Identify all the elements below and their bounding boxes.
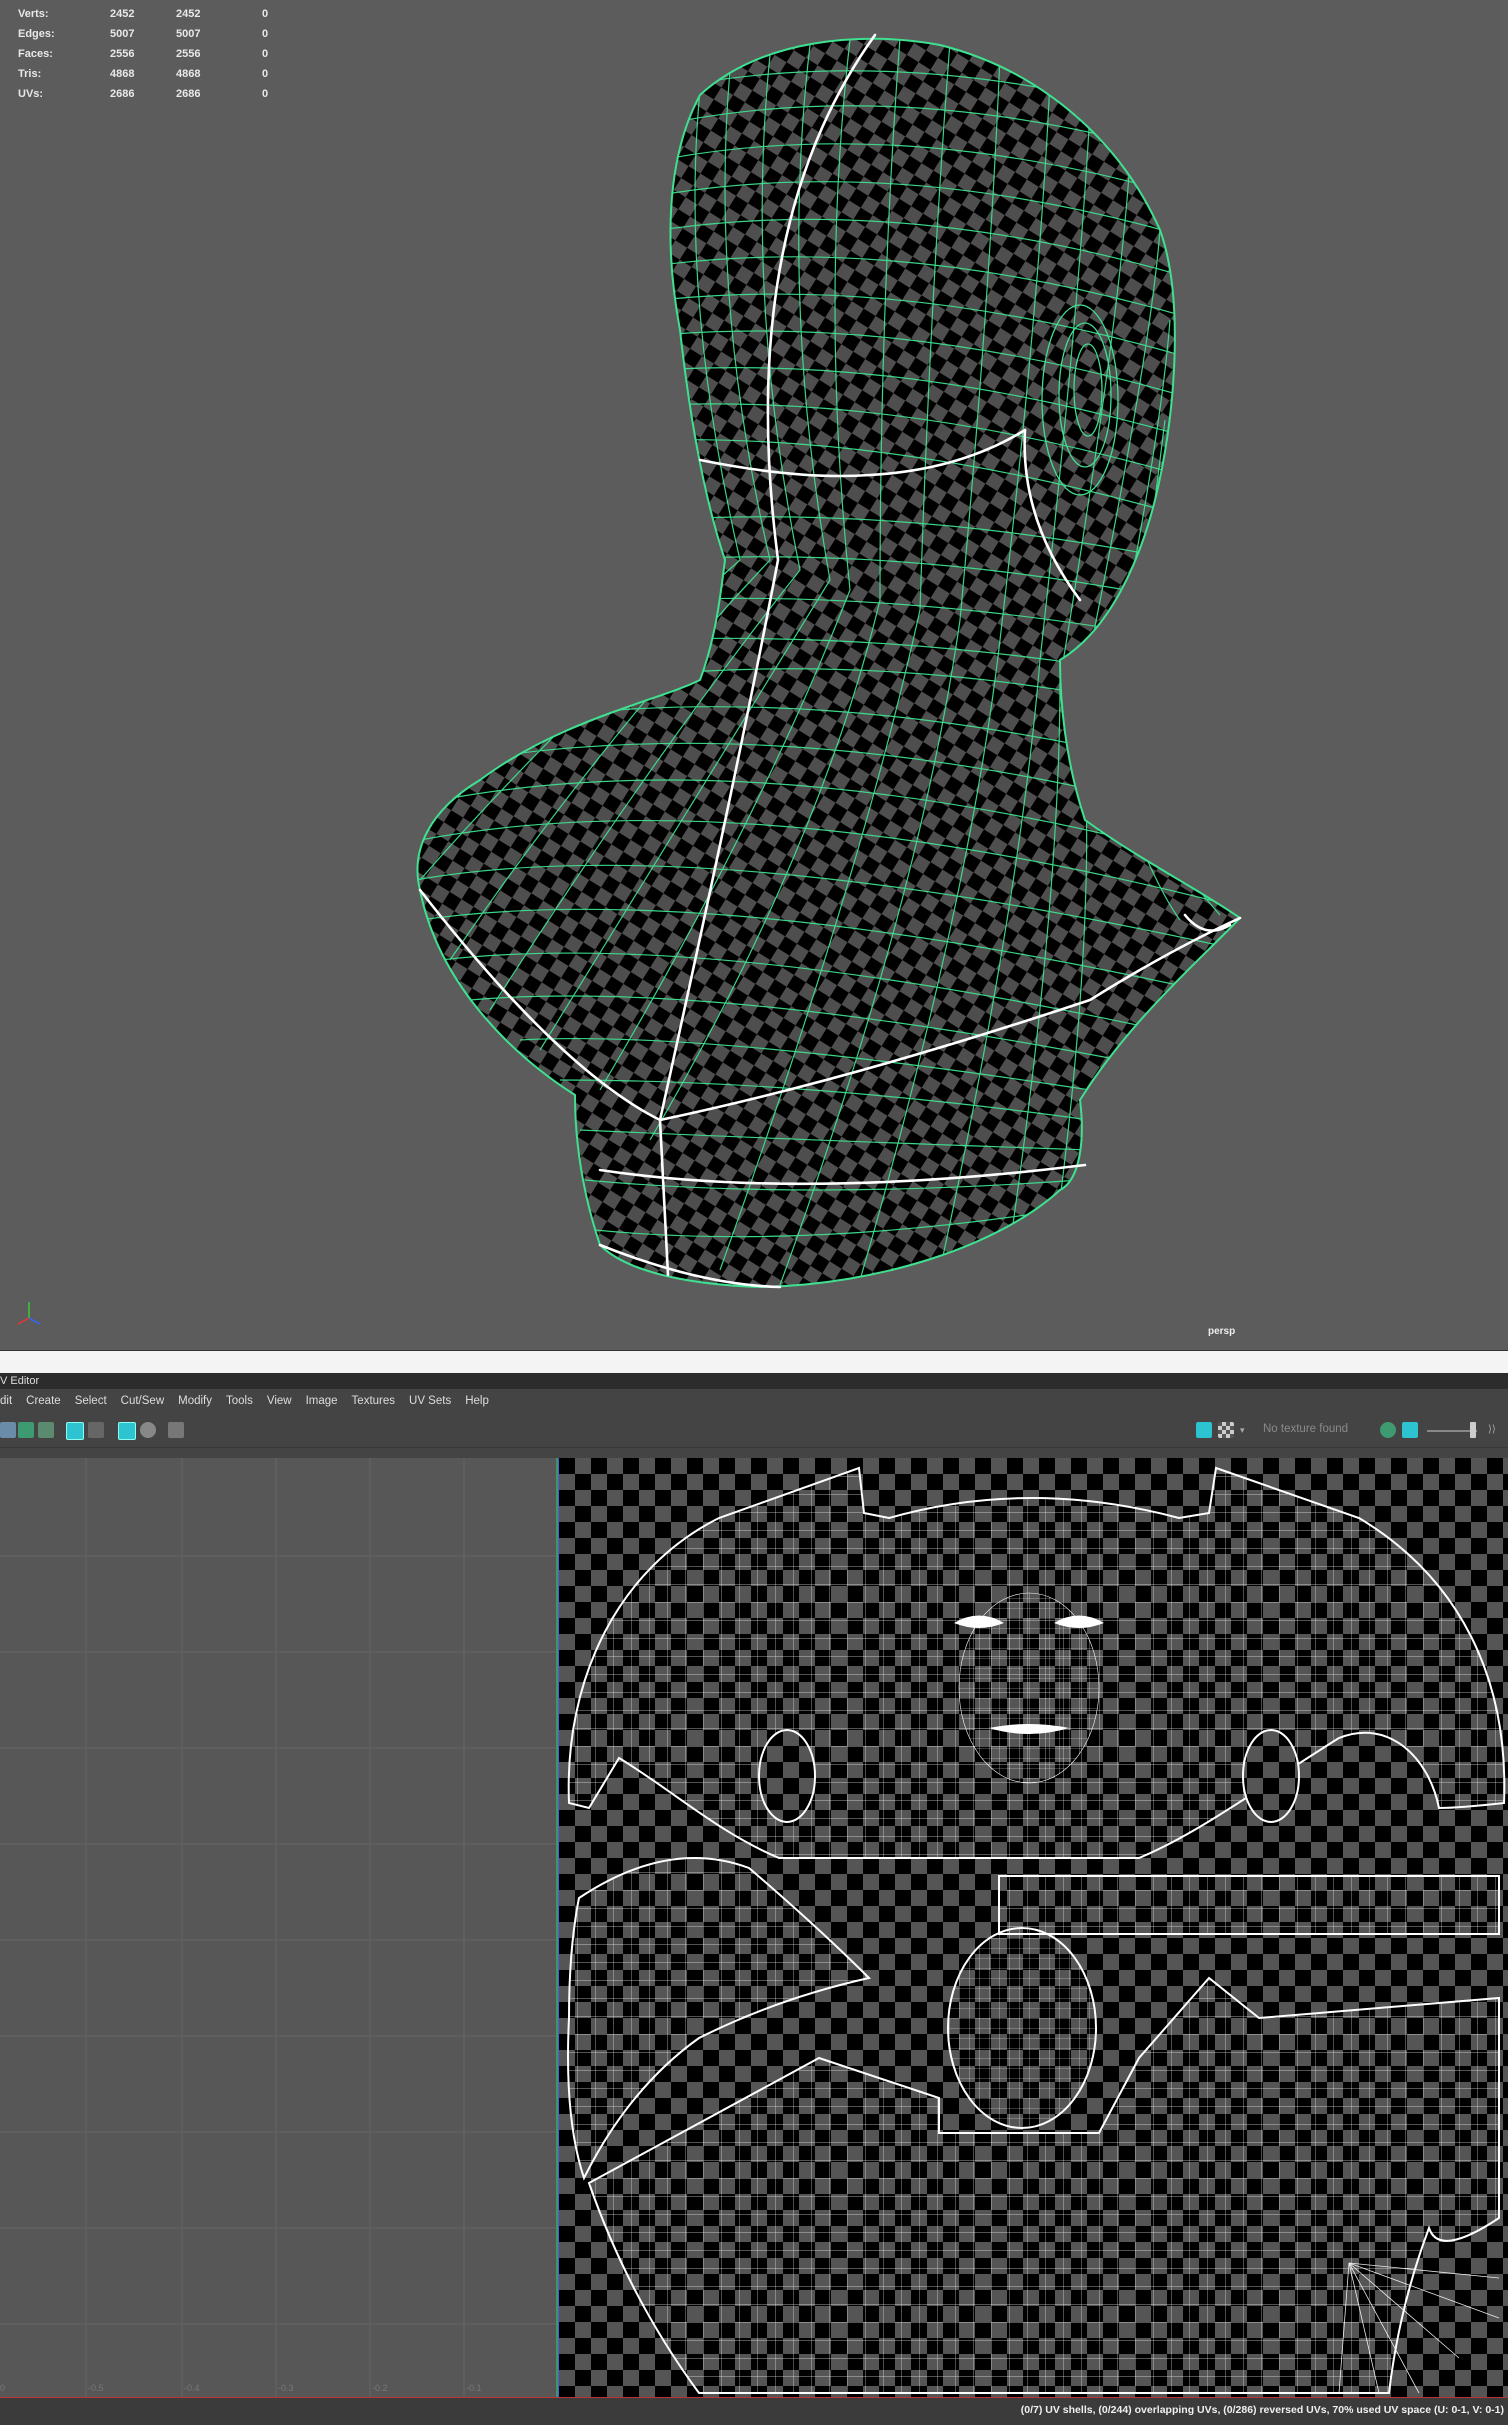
menu-select[interactable]: Select [75, 1395, 107, 1407]
menu-edit[interactable]: dit [0, 1395, 12, 1407]
uv-editor-panel: V Editor dit Create Select Cut/Sew Modif… [0, 1373, 1508, 2425]
snapshot-icon[interactable] [168, 1422, 184, 1438]
image-display-icon[interactable] [1196, 1422, 1212, 1438]
menu-help[interactable]: Help [465, 1395, 489, 1407]
uv-editor-title: V Editor [0, 1373, 1508, 1389]
perspective-viewport[interactable]: Verts: 2452 2452 0 Edges: 5007 5007 0 Fa… [0, 0, 1508, 1351]
distortion-icon[interactable] [38, 1422, 54, 1438]
poly-count-hud: Verts: 2452 2452 0 Edges: 5007 5007 0 Fa… [18, 4, 302, 104]
menu-tools[interactable]: Tools [226, 1395, 253, 1407]
uv-toolset-icon[interactable] [0, 1422, 16, 1438]
isolate-icon[interactable] [140, 1422, 156, 1438]
menu-uv-sets[interactable]: UV Sets [409, 1395, 451, 1407]
grid-tick-label: 0 [0, 2383, 6, 2393]
uv-editor-menubar: dit Create Select Cut/Sew Modify Tools V… [0, 1389, 1508, 1413]
uv-grid-lines [0, 1458, 558, 2424]
grid-tick-label: -0.4 [184, 2383, 200, 2393]
shelf-icon[interactable] [18, 1422, 34, 1438]
menu-image[interactable]: Image [306, 1395, 338, 1407]
exposure-slider-handle[interactable] [1470, 1422, 1476, 1438]
uv-grid-empty-area[interactable] [0, 1458, 558, 2424]
uv-shell-ear[interactable] [947, 1927, 1097, 2129]
hud-row-tris: Tris: 4868 4868 0 [18, 68, 269, 80]
grid-tick-label: -0.5 [88, 2383, 104, 2393]
grid-tick-label: -0.2 [372, 2383, 388, 2393]
chevron-down-icon[interactable]: ▾ [1240, 1422, 1248, 1438]
grid-display-icon[interactable] [66, 1422, 84, 1440]
bust-model-wireframe[interactable] [0, 0, 1508, 1350]
exposure-icon[interactable] [1380, 1422, 1396, 1438]
hud-row-edges: Edges: 5007 5007 0 [18, 28, 269, 40]
grid-tick-label: -0.1 [466, 2383, 482, 2393]
panel-separator[interactable] [0, 1351, 1508, 1373]
grid-tick-label: -0.3 [278, 2383, 294, 2393]
uv-shells-layout[interactable] [559, 1458, 1508, 2397]
collapse-toolbar-icon[interactable]: ⟩⟩ [1488, 1422, 1500, 1438]
uv-shell-neck-strip[interactable] [998, 1875, 1500, 1935]
menu-modify[interactable]: Modify [178, 1395, 212, 1407]
no-texture-label: No texture found [1263, 1423, 1349, 1435]
uv-editor-toolbar: ▾ No texture found ⟩⟩ [0, 1413, 1508, 1448]
hud-row-faces: Faces: 2556 2556 0 [18, 48, 269, 60]
menu-view[interactable]: View [267, 1395, 292, 1407]
uv-status-bar: (0/7) UV shells, (0/244) overlapping UVs… [0, 2397, 1508, 2425]
menu-create[interactable]: Create [26, 1395, 61, 1407]
display-mode-icon[interactable] [1402, 1422, 1418, 1438]
menu-cut-sew[interactable]: Cut/Sew [121, 1395, 164, 1407]
menu-textures[interactable]: Textures [352, 1395, 395, 1407]
camera-label: persp [1208, 1326, 1236, 1337]
uv-tile-0-1[interactable] [558, 1458, 1508, 2397]
axis-gizmo-icon [17, 1302, 41, 1325]
pixel-snap-icon[interactable] [88, 1422, 104, 1438]
hud-row-uvs: UVs: 2686 2686 0 [18, 88, 269, 100]
uv-stats-text: (0/7) UV shells, (0/244) overlapping UVs… [1020, 2404, 1504, 2416]
hud-row-verts: Verts: 2452 2452 0 [18, 8, 269, 20]
checker-grid-icon[interactable] [118, 1422, 136, 1440]
checker-toggle-icon[interactable] [1218, 1422, 1234, 1438]
